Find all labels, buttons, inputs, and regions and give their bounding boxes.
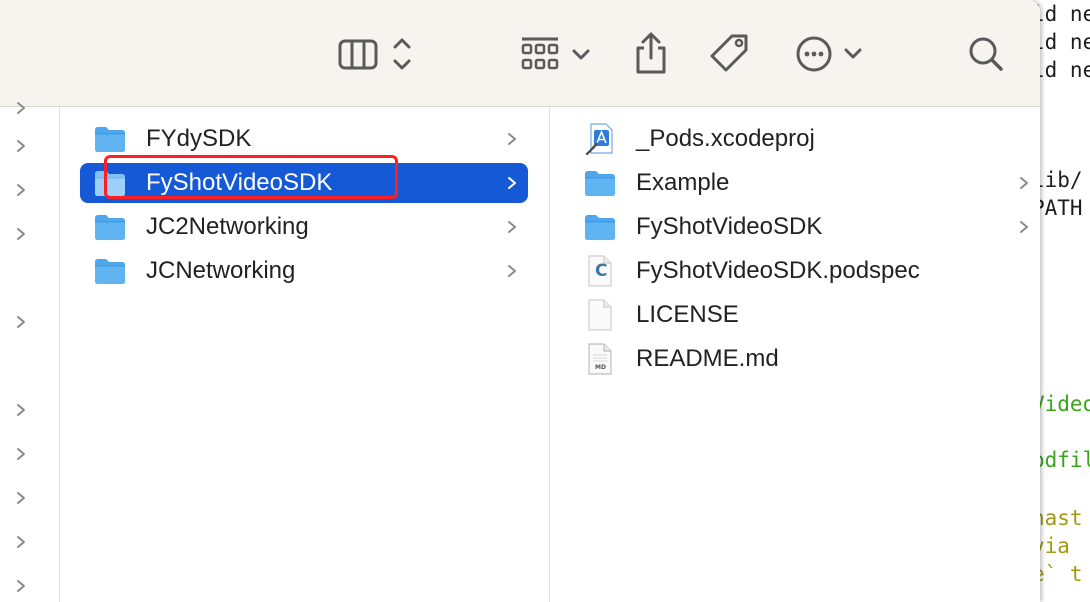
folder-icon — [585, 171, 615, 196]
list-item-fydysdk[interactable]: FYdySDK — [80, 119, 528, 159]
item-icon-wrapper: MD — [582, 343, 618, 375]
search-icon — [969, 37, 1003, 71]
chevron-right-icon — [17, 404, 25, 416]
chevron-right-icon — [17, 184, 25, 196]
parent-column[interactable] — [0, 102, 60, 602]
finder-window: FYdySDK FyShotVideoSDK JC2Networking JCN… — [0, 0, 1040, 602]
item-label: Example — [636, 169, 730, 196]
tag-icon — [710, 34, 748, 72]
chevron-right-icon — [17, 140, 25, 152]
item-icon-wrapper — [582, 211, 618, 243]
item-label: README.md — [636, 345, 779, 372]
item-icon-wrapper — [92, 123, 128, 155]
chevron-right-icon — [17, 536, 25, 548]
chevron-right-icon — [1020, 221, 1028, 233]
list-item-jc2networking[interactable]: JC2Networking — [80, 207, 528, 247]
xcodeproj-icon — [585, 123, 613, 155]
chevron-right-icon — [17, 492, 25, 504]
item-icon-wrapper — [92, 211, 128, 243]
folder-icon — [585, 215, 615, 240]
item-label: FYdySDK — [146, 125, 252, 152]
list-item-pods-xcodeproj[interactable]: _Pods.xcodeproj — [570, 119, 1040, 159]
contents-column[interactable]: _Pods.xcodeproj Example FyShotVideoSDK C… — [550, 107, 1040, 602]
annotation-highlight-box — [104, 155, 398, 199]
tag-button[interactable] — [708, 30, 752, 78]
chevron-right-icon — [17, 316, 25, 328]
terminal-line: odfil — [1032, 448, 1090, 472]
group-button[interactable] — [520, 30, 596, 78]
folder-icon — [95, 127, 125, 152]
list-item-example[interactable]: Example — [570, 163, 1040, 203]
chevron-right-icon — [508, 265, 516, 277]
chevron-right-icon — [17, 448, 25, 460]
item-icon-wrapper — [92, 255, 128, 287]
search-button[interactable] — [966, 30, 1006, 78]
item-label: FyShotVideoSDK.podspec — [636, 257, 920, 284]
item-icon-wrapper — [582, 123, 618, 155]
more-actions-button[interactable] — [794, 30, 866, 78]
list-item-fyshotvideosdk[interactable]: FyShotVideoSDK — [570, 207, 1040, 247]
chevron-right-icon — [17, 580, 25, 592]
terminal-line: ld ne — [1032, 58, 1090, 82]
list-item-fyshotvideosdk-podspec[interactable]: C FyShotVideoSDK.podspec — [570, 251, 1040, 291]
view-mode-button[interactable] — [338, 30, 418, 78]
chevron-right-icon — [508, 177, 516, 189]
share-icon — [636, 32, 666, 74]
item-label: JC2Networking — [146, 213, 309, 240]
chevron-right-icon — [1020, 177, 1028, 189]
item-label: FyShotVideoSDK — [636, 213, 823, 240]
list-item-jcnetworking[interactable]: JCNetworking — [80, 251, 528, 291]
list-item-readme-md[interactable]: MD README.md — [570, 339, 1040, 379]
item-label: _Pods.xcodeproj — [636, 125, 815, 152]
list-item-license[interactable]: LICENSE — [570, 295, 1040, 335]
item-label: LICENSE — [636, 301, 739, 328]
share-button[interactable] — [632, 30, 670, 78]
chevron-right-icon — [17, 228, 25, 240]
document-icon — [588, 299, 612, 331]
column-view-icon — [338, 38, 411, 70]
chevron-right-icon — [508, 221, 516, 233]
file-badge: MD — [595, 364, 606, 371]
group-grid-icon — [521, 37, 590, 70]
terminal-line: ld ne — [1032, 30, 1090, 54]
chevron-right-icon — [17, 102, 25, 114]
folder-icon — [95, 215, 125, 240]
item-icon-wrapper: C — [582, 255, 618, 287]
terminal-line: Video — [1032, 392, 1090, 416]
item-icon-wrapper — [582, 167, 618, 199]
item-icon-wrapper — [582, 299, 618, 331]
podspec-letter-mark: C — [595, 261, 608, 281]
item-label: JCNetworking — [146, 257, 296, 284]
chevron-right-icon — [508, 133, 516, 145]
finder-toolbar — [0, 0, 1040, 107]
folder-icon — [95, 259, 125, 284]
more-icon — [796, 36, 862, 72]
terminal-line: ld ne — [1032, 2, 1090, 26]
